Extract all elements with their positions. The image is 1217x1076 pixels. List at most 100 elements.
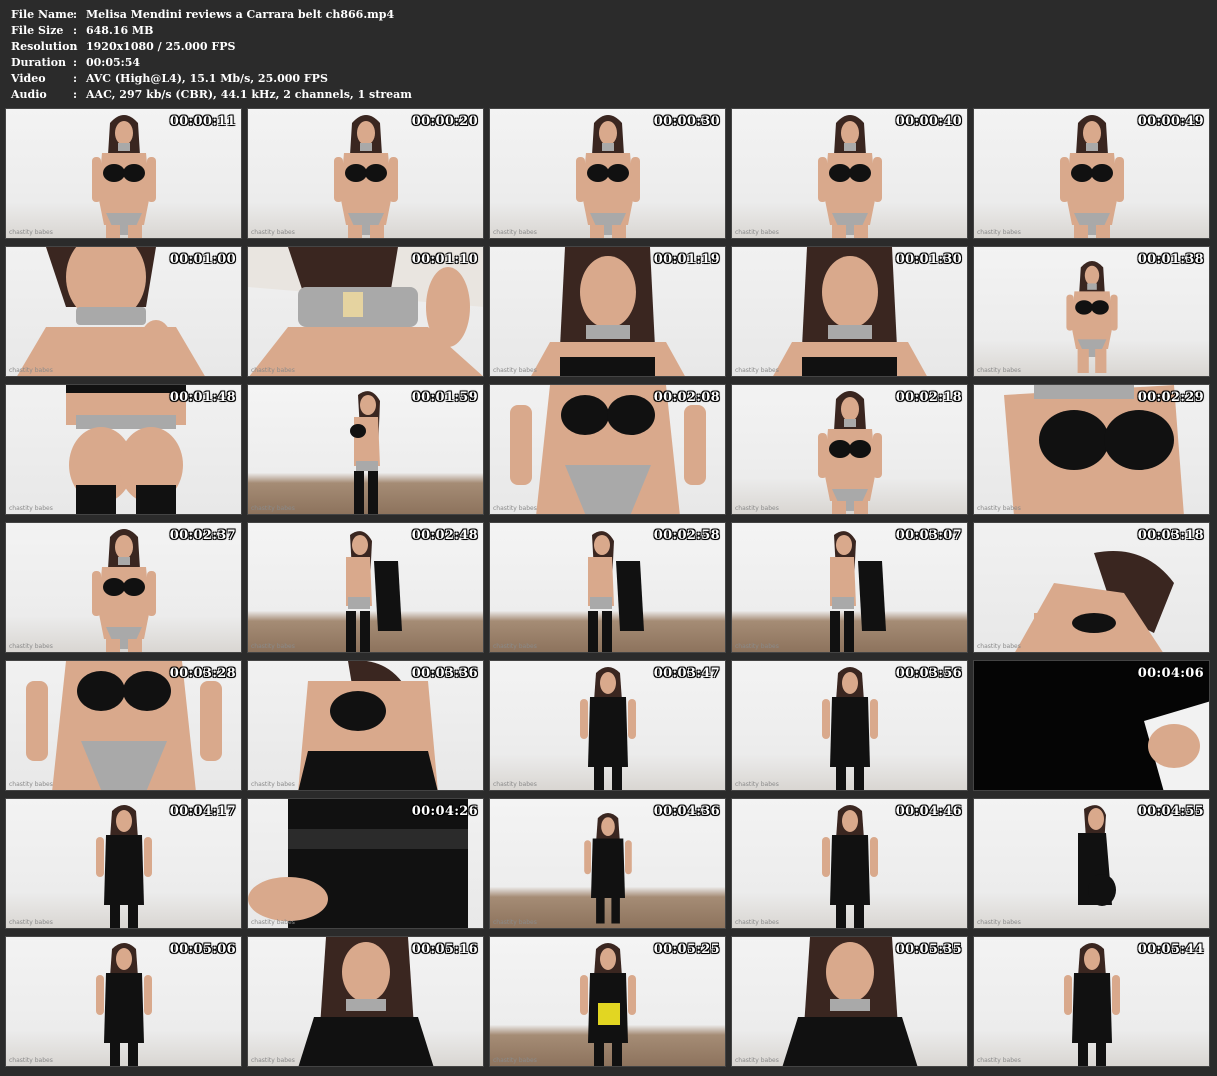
info-row-file-name: File Name: Melisa Mendini reviews a Carra…: [11, 7, 412, 23]
timestamp: 00:02:48: [411, 528, 478, 543]
watermark: chastity babes: [251, 229, 295, 236]
watermark: chastity babes: [493, 229, 537, 236]
timestamp: 00:03:36: [411, 666, 478, 681]
info-value: AVC (High@L4), 15.1 Mb/s, 25.000 FPS: [86, 72, 328, 85]
timestamp: 00:04:36: [653, 804, 720, 819]
thumbnail-16: 00:02:37 chastity babes: [5, 522, 242, 653]
thumbnail-23: 00:03:47 chastity babes: [489, 660, 726, 791]
info-separator: :: [73, 72, 78, 85]
watermark: chastity babes: [251, 1057, 295, 1064]
watermark: chastity babes: [735, 919, 779, 926]
file-info-panel: File Name: Melisa Mendini reviews a Carra…: [11, 7, 412, 103]
watermark: chastity babes: [493, 643, 537, 650]
watermark: chastity babes: [977, 367, 1021, 374]
info-separator: :: [73, 8, 78, 21]
info-value: AAC, 297 kb/s (CBR), 44.1 kHz, 2 channel…: [86, 88, 412, 101]
thumbnail-28: 00:04:36 chastity babes: [489, 798, 726, 929]
info-separator: :: [73, 40, 78, 53]
watermark: chastity babes: [735, 505, 779, 512]
info-row-duration: Duration:00:05:54: [11, 55, 412, 71]
thumbnail-8: 00:01:19 chastity babes: [489, 246, 726, 377]
info-value: 1920x1080 / 25.000 FPS: [86, 40, 236, 53]
watermark: chastity babes: [9, 781, 53, 788]
thumbnail-grid: 00:00:11 chastity babes 00:00:20 chastity …: [5, 108, 1210, 1067]
watermark: chastity babes: [9, 643, 53, 650]
timestamp: 00:03:47: [653, 666, 720, 681]
thumbnail-17: 00:02:48 chastity babes: [247, 522, 484, 653]
timestamp: 00:04:46: [895, 804, 962, 819]
timestamp: 00:05:06: [169, 942, 236, 957]
timestamp: 00:02:08: [653, 390, 720, 405]
info-separator: :: [73, 56, 78, 69]
watermark: chastity babes: [9, 505, 53, 512]
thumbnail-14: 00:02:18 chastity babes: [731, 384, 968, 515]
info-row-file-size: File Size:648.16 MB: [11, 23, 412, 39]
info-row-resolution: Resolution:1920x1080 / 25.000 FPS: [11, 39, 412, 55]
timestamp: 00:05:35: [895, 942, 962, 957]
info-row-audio: Audio: AAC, 297 kb/s (CBR), 44.1 kHz, 2 c…: [11, 87, 412, 103]
watermark: chastity babes: [493, 1057, 537, 1064]
thumbnail-3: 00:00:30 chastity babes: [489, 108, 726, 239]
timestamp: 00:02:58: [653, 528, 720, 543]
thumbnail-7: 00:01:10 chastity babes: [247, 246, 484, 377]
watermark: chastity babes: [9, 367, 53, 374]
thumbnail-22: 00:03:36 chastity babes: [247, 660, 484, 791]
timestamp: 00:02:37: [169, 528, 236, 543]
watermark: chastity babes: [251, 919, 295, 926]
watermark: chastity babes: [977, 1057, 1021, 1064]
watermark: chastity babes: [735, 229, 779, 236]
timestamp: 00:01:30: [895, 252, 962, 267]
info-key: Duration: [11, 56, 67, 69]
timestamp: 00:03:07: [895, 528, 962, 543]
timestamp: 00:04:55: [1137, 804, 1204, 819]
watermark: chastity babes: [735, 643, 779, 650]
thumbnail-11: 00:01:48 chastity babes: [5, 384, 242, 515]
thumbnail-34: 00:05:35 chastity babes: [731, 936, 968, 1067]
watermark: chastity babes: [9, 1057, 53, 1064]
watermark: chastity babes: [735, 781, 779, 788]
watermark: chastity babes: [493, 367, 537, 374]
timestamp: 00:00:30: [653, 114, 720, 129]
info-value: 648.16 MB: [86, 24, 154, 37]
watermark: chastity babes: [251, 643, 295, 650]
timestamp: 00:05:16: [411, 942, 478, 957]
thumbnail-6: 00:01:00 chastity babes: [5, 246, 242, 377]
info-key: Video: [11, 72, 46, 85]
info-key: File Size: [11, 24, 64, 37]
thumbnail-21: 00:03:28 chastity babes: [5, 660, 242, 791]
timestamp: 00:01:48: [169, 390, 236, 405]
thumbnail-30: 00:04:55 chastity babes: [973, 798, 1210, 929]
timestamp: 00:02:18: [895, 390, 962, 405]
timestamp: 00:00:20: [411, 114, 478, 129]
watermark: chastity babes: [251, 781, 295, 788]
thumbnail-12: 00:01:59 chastity babes: [247, 384, 484, 515]
timestamp: 00:01:59: [411, 390, 478, 405]
info-value: Melisa Mendini reviews a Carrara belt ch…: [86, 8, 395, 21]
timestamp: 00:00:40: [895, 114, 962, 129]
thumbnail-5: 00:00:49 chastity babes: [973, 108, 1210, 239]
timestamp: 00:03:56: [895, 666, 962, 681]
timestamp: 00:04:17: [169, 804, 236, 819]
thumbnail-19: 00:03:07 chastity babes: [731, 522, 968, 653]
thumbnail-10: 00:01:38 chastity babes: [973, 246, 1210, 377]
thumbnail-35: 00:05:44 chastity babes: [973, 936, 1210, 1067]
timestamp: 00:01:19: [653, 252, 720, 267]
timestamp: 00:04:26: [411, 804, 478, 819]
timestamp: 00:02:29: [1137, 390, 1204, 405]
watermark: chastity babes: [9, 229, 53, 236]
timestamp: 00:05:44: [1137, 942, 1204, 957]
timestamp: 00:03:18: [1137, 528, 1204, 543]
watermark: chastity babes: [977, 229, 1021, 236]
thumbnail-18: 00:02:58 chastity babes: [489, 522, 726, 653]
watermark: chastity babes: [977, 643, 1021, 650]
watermark: chastity babes: [493, 781, 537, 788]
thumbnail-2: 00:00:20 chastity babes: [247, 108, 484, 239]
thumbnail-27: 00:04:26 chastity babes: [247, 798, 484, 929]
watermark: chastity babes: [251, 367, 295, 374]
thumbnail-4: 00:00:40 chastity babes: [731, 108, 968, 239]
thumbnail-1: 00:00:11 chastity babes: [5, 108, 242, 239]
thumbnail-26: 00:04:17 chastity babes: [5, 798, 242, 929]
watermark: chastity babes: [493, 919, 537, 926]
thumbnail-25: 00:04:06: [973, 660, 1210, 791]
timestamp: 00:01:00: [169, 252, 236, 267]
